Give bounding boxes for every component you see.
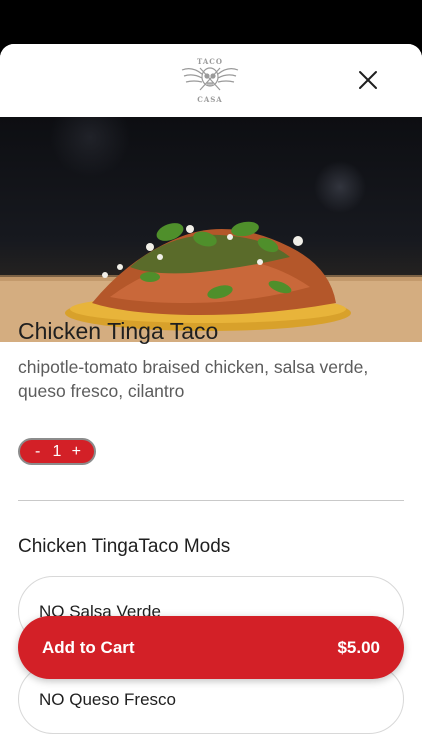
quantity-increment-button[interactable]: +	[68, 443, 84, 461]
close-button[interactable]	[352, 64, 384, 96]
item-detail-sheet: TACO CASA Chicken Tinga Taco chipotle-to…	[0, 44, 422, 750]
status-bar	[0, 0, 422, 44]
item-image	[0, 117, 422, 342]
add-to-cart-label: Add to Cart	[42, 637, 135, 657]
logo-bottom-text: CASA	[197, 95, 223, 104]
winged-skull-icon	[181, 67, 239, 91]
quantity-decrement-button[interactable]: -	[30, 443, 46, 461]
quantity-stepper: - 1 +	[18, 438, 96, 465]
close-icon	[359, 71, 377, 89]
taco-photo	[0, 117, 422, 342]
quantity-value: 1	[52, 442, 62, 460]
sheet-header: TACO CASA	[0, 44, 422, 117]
item-description: chipotle-tomato braised chicken, salsa v…	[18, 357, 369, 401]
restaurant-logo: TACO CASA	[180, 56, 240, 106]
mods-section-title: Chicken TingaTaco Mods	[18, 536, 231, 557]
cart-price: $5.00	[337, 637, 380, 657]
section-divider	[18, 500, 404, 501]
item-title: Chicken Tinga Taco	[18, 318, 219, 344]
mod-option-label: NO Queso Fresco	[39, 690, 176, 709]
add-to-cart-button[interactable]: Add to Cart $5.00	[18, 616, 404, 679]
